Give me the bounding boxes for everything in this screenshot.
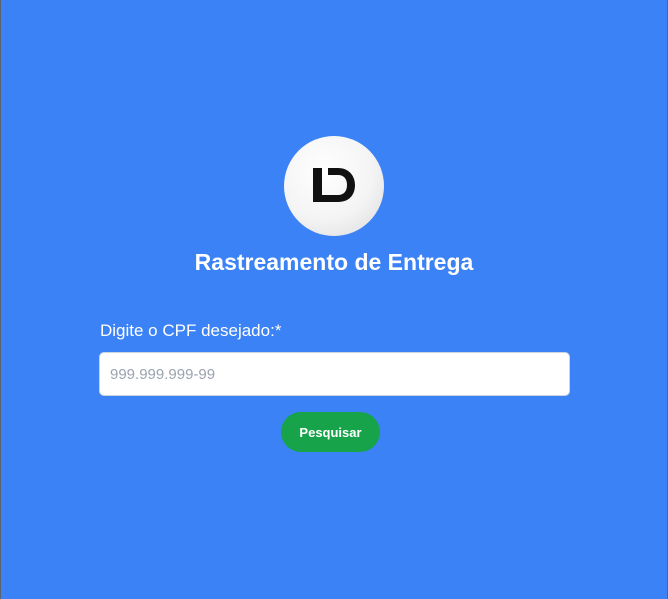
- ld-logo-icon: [313, 168, 355, 202]
- cpf-label: Digite o CPF desejado:*: [100, 321, 282, 340]
- cpf-input[interactable]: [99, 352, 570, 396]
- logo: [284, 136, 384, 236]
- page-frame: [0, 0, 668, 599]
- search-button[interactable]: Pesquisar: [281, 412, 380, 452]
- page-title: Rastreamento de Entrega: [194, 249, 474, 275]
